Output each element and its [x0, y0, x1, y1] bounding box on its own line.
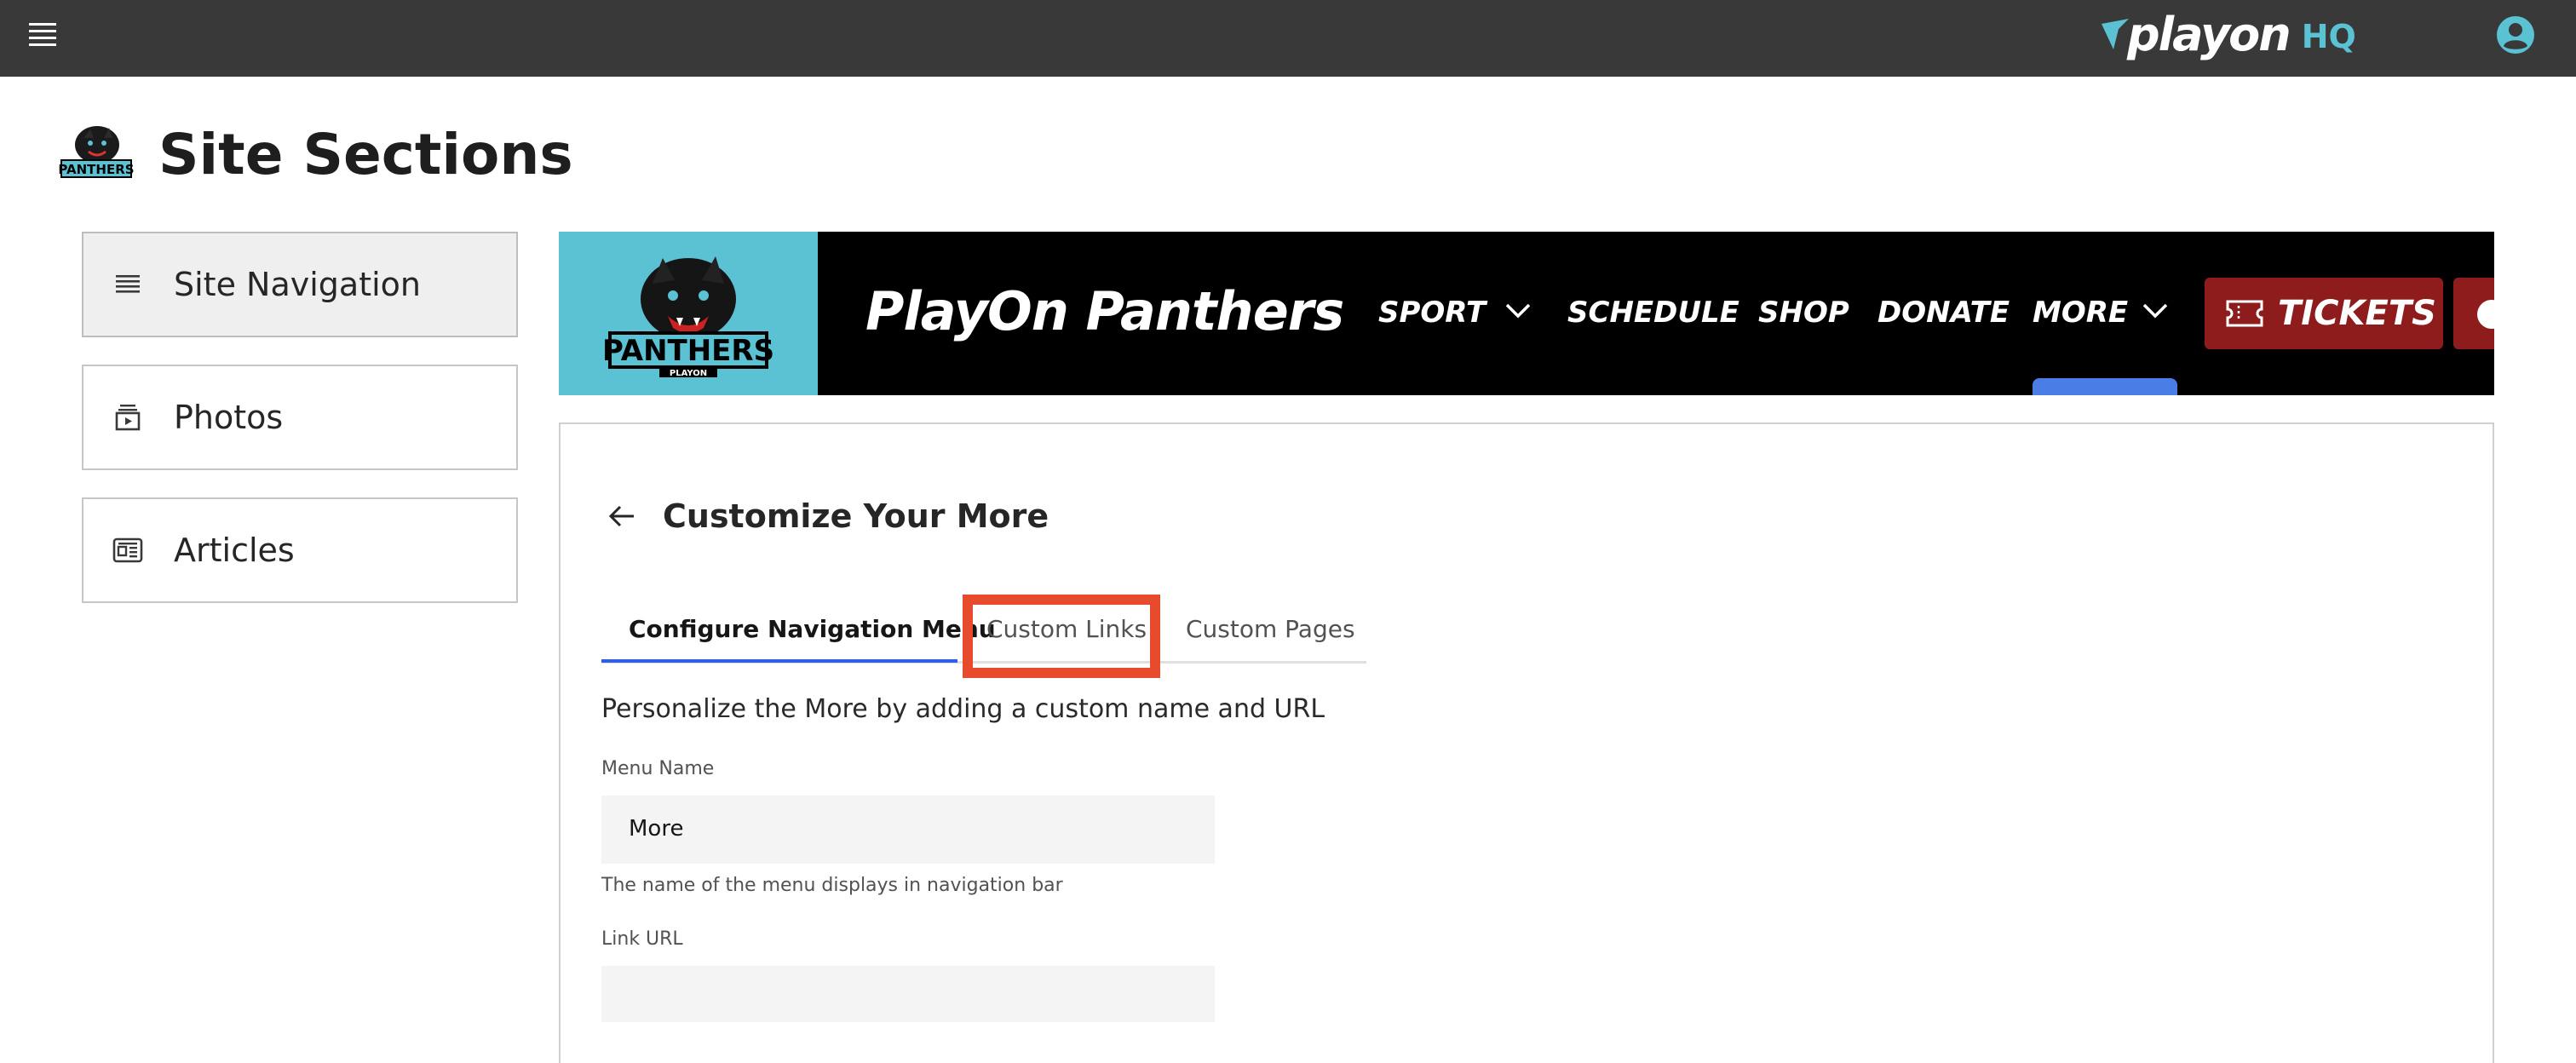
tab-configure-navigation-menu[interactable]: Configure Navigation Menu	[629, 596, 996, 663]
panther-logo-icon: PANTHERS PLAYON	[603, 256, 773, 377]
watch-button[interactable]	[2453, 278, 2494, 349]
banner-logo-text: PANTHERS	[603, 334, 773, 368]
playon-hq-logo: playon HQ	[2100, 7, 2356, 61]
page-title: Site Sections	[158, 122, 573, 187]
section-description: Personalize the More by adding a custom …	[601, 694, 1325, 724]
banner-logo-subtext: PLAYON	[670, 369, 707, 377]
chevron-down-icon[interactable]	[2142, 300, 2169, 320]
sidebar-item-label: Articles	[174, 532, 295, 569]
menu-name-input[interactable]	[601, 796, 1215, 864]
chevron-down-icon[interactable]	[1504, 300, 1532, 320]
nav-item-shop[interactable]: SHOP	[1758, 295, 1849, 330]
site-preview-banner: PANTHERS PLAYON PlayOn Panthers SPORT SC…	[559, 232, 2494, 395]
sidebar-item-articles[interactable]: Articles	[82, 497, 518, 603]
link-url-input[interactable]	[601, 966, 1215, 1022]
annotation-highlight-box	[963, 595, 1160, 678]
brand-wordmark: playon	[2127, 7, 2291, 61]
tab-custom-pages[interactable]: Custom Pages	[1186, 596, 1355, 663]
active-nav-indicator	[2033, 378, 2177, 395]
tickets-label: TICKETS	[2278, 294, 2436, 333]
team-name: PlayOn Panthers	[865, 280, 1344, 342]
nav-item-sport[interactable]: SPORT	[1378, 295, 1486, 330]
menu-name-label: Menu Name	[601, 758, 715, 779]
panel-title: Customize Your More	[663, 497, 1049, 535]
user-account-icon[interactable]	[2496, 15, 2535, 55]
hamburger-menu-icon[interactable]	[29, 23, 56, 47]
play-icon	[2477, 300, 2494, 329]
nav-item-more[interactable]: MORE	[2033, 295, 2128, 330]
nav-item-schedule[interactable]: SCHEDULE	[1567, 295, 1739, 330]
banner-logo-tile: PANTHERS PLAYON	[559, 232, 818, 395]
back-arrow-icon[interactable]	[605, 501, 639, 532]
tickets-button[interactable]: TICKETS	[2205, 278, 2443, 349]
ticket-icon	[2226, 300, 2263, 327]
sidebar-item-label: Site Navigation	[174, 266, 421, 303]
active-tab-underline	[601, 659, 957, 663]
link-url-label: Link URL	[601, 928, 683, 950]
sidebar-item-label: Photos	[174, 399, 284, 436]
list-icon	[116, 275, 140, 293]
top-app-bar: playon HQ	[0, 0, 2576, 77]
team-logo-icon: PANTHERS	[58, 126, 135, 178]
playon-flag-icon	[2102, 19, 2129, 49]
photo-gallery-icon	[115, 405, 141, 431]
nav-item-donate[interactable]: DONATE	[1877, 295, 2010, 330]
menu-name-helper-text: The name of the menu displays in navigat…	[601, 875, 1063, 896]
sidebar-item-photos[interactable]: Photos	[82, 365, 518, 470]
sidebar-item-site-navigation[interactable]: Site Navigation	[82, 232, 518, 337]
brand-suffix: HQ	[2301, 18, 2356, 55]
team-logo-text: PANTHERS	[58, 162, 134, 177]
newspaper-icon	[112, 537, 143, 563]
